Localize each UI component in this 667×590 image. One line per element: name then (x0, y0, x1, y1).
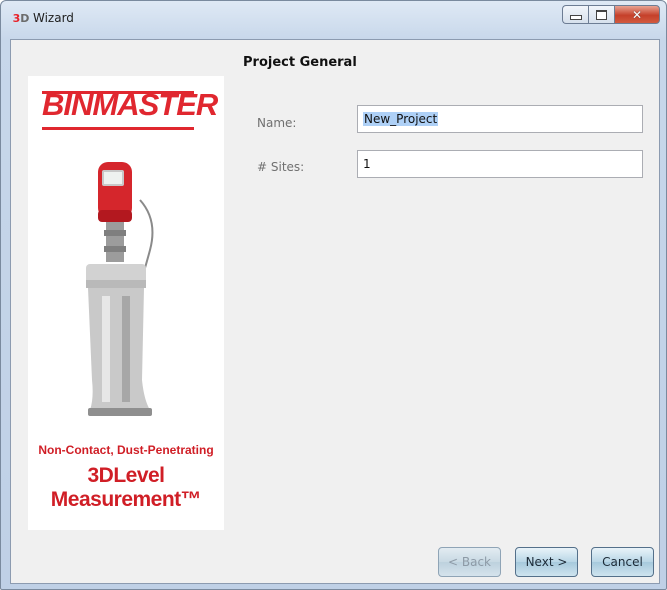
page-title: Project General (243, 55, 357, 70)
logo-bar-bottom (42, 127, 194, 130)
level-sensor-image (86, 162, 154, 416)
sites-count-value: 1 (363, 157, 371, 171)
wizard-content: BINMASTER Non-Contact, Dust-Penetrating … (10, 39, 660, 584)
back-button[interactable]: < Back (438, 547, 501, 577)
wizard-window: 3D Wizard ✕ BINMASTER Non-Contact, Dust-… (0, 0, 667, 590)
sites-count-input[interactable]: 1 (357, 150, 643, 178)
project-name-value: New_Project (363, 112, 439, 126)
binmaster-logo: BINMASTER (42, 86, 218, 134)
cancel-button[interactable]: Cancel (591, 547, 654, 577)
name-label: Name: (257, 116, 297, 130)
minimize-button[interactable] (562, 5, 588, 24)
branding-panel: BINMASTER Non-Contact, Dust-Penetrating … (28, 76, 224, 530)
window-title: Wizard (33, 11, 74, 25)
close-icon: ✕ (631, 7, 643, 22)
tagline-line-1: Non-Contact, Dust-Penetrating (38, 443, 214, 457)
logo-bar-top (42, 91, 194, 94)
maximize-button[interactable] (588, 5, 614, 24)
next-button[interactable]: Next > (515, 547, 578, 577)
minimize-icon (569, 15, 582, 20)
project-name-input[interactable]: New_Project (357, 105, 643, 133)
app-icon: 3D (12, 12, 30, 25)
tagline-line-2: 3DLevel Measurement™ (50, 464, 202, 511)
title-bar[interactable]: 3D Wizard ✕ (1, 1, 666, 39)
sites-label: # Sites: (257, 160, 305, 174)
caption-buttons: ✕ (562, 5, 660, 25)
maximize-icon (596, 9, 607, 20)
close-button[interactable]: ✕ (614, 5, 660, 24)
